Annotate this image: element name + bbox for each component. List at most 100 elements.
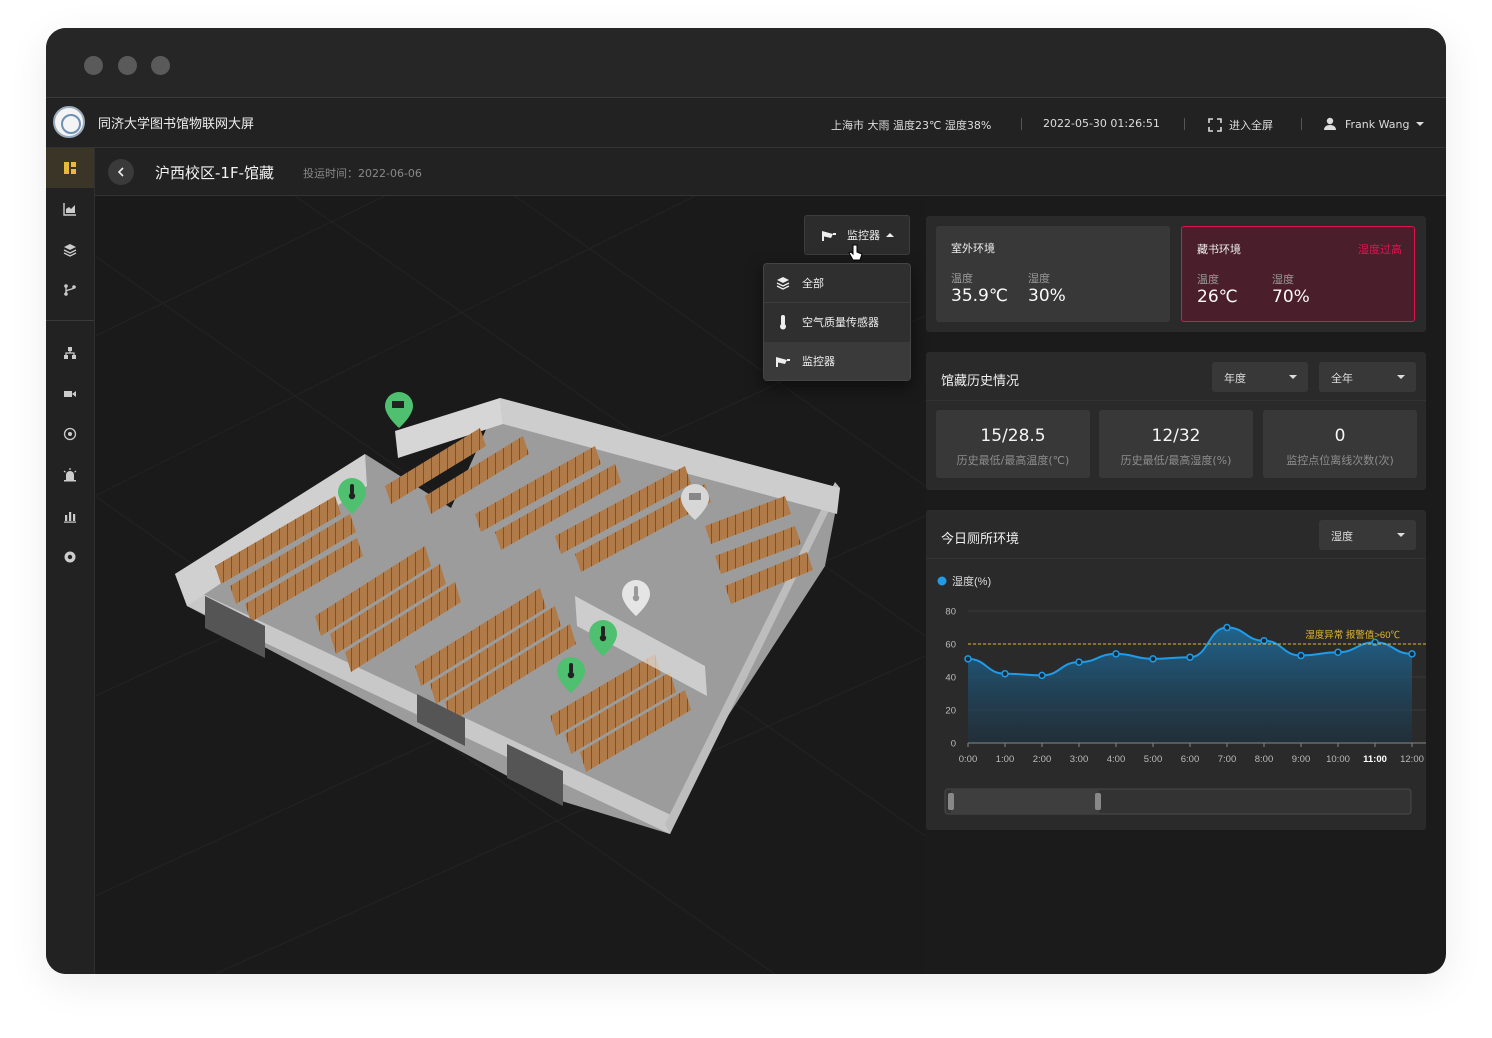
sidebar-item-layers[interactable] — [46, 230, 94, 270]
data-point — [1260, 636, 1268, 645]
period-value: 年度 — [1224, 372, 1246, 385]
outdoor-temp-value: 35.9℃ — [951, 286, 1008, 306]
today-env-panel: 今日厕所环境 湿度 湿度(%) 0 20 40 60 80 湿度异常 报警值>60℃ 0:00… — [926, 510, 1426, 830]
x-tick-label: 7:00 — [1218, 754, 1237, 765]
thermometer-icon — [601, 626, 605, 636]
menu-item-label: 空气质量传感器 — [802, 316, 879, 329]
stat-label: 历史最低/最高温度(℃) — [956, 454, 1070, 467]
y-tick-label: 60 — [945, 640, 956, 651]
sidebar-item-video[interactable] — [46, 374, 94, 414]
humidity-area — [968, 627, 1412, 743]
camera-icon — [689, 493, 701, 500]
data-point — [1038, 671, 1046, 680]
data-point — [1001, 669, 1009, 678]
university-logo — [53, 106, 85, 138]
data-point — [1297, 651, 1305, 660]
collection-title: 藏书环境 — [1197, 243, 1241, 256]
sidebar-item-area-chart[interactable] — [46, 189, 94, 229]
caret-up-icon — [886, 233, 894, 237]
layers-icon — [776, 277, 790, 290]
user-icon — [1324, 117, 1336, 130]
thermometer-icon — [780, 315, 786, 330]
page-header: 沪西校区-1F-馆藏 投运时间：2022-06-06 — [95, 148, 1446, 196]
area-chart-icon — [63, 203, 76, 216]
radar-icon — [63, 427, 77, 441]
menu-item-all[interactable]: 全部 — [764, 264, 910, 302]
thermometer-icon — [634, 586, 638, 596]
sidebar-item-bar-chart[interactable] — [46, 496, 94, 536]
period-select[interactable]: 年度 — [1212, 362, 1308, 392]
menu-item-air-sensor[interactable]: 空气质量传感器 — [764, 303, 910, 341]
sidebar-item-settings[interactable] — [46, 537, 94, 577]
device-filter-menu: 全部 空气质量传感器 监控器 — [763, 263, 911, 381]
datetime-display: 2022-05-30 01:26:51 — [1043, 117, 1160, 130]
menu-item-label: 全部 — [802, 277, 824, 290]
temp-history-stat: 15/28.5 历史最低/最高温度(℃) — [936, 410, 1090, 478]
x-tick-label: 6:00 — [1181, 754, 1200, 765]
outdoor-title: 室外环境 — [951, 242, 995, 255]
window-maximize-button[interactable] — [151, 56, 170, 75]
data-point — [1334, 648, 1342, 656]
header-divider — [1301, 118, 1302, 130]
history-panel: 馆藏历史情况 年度 全年 15/28.5 历史最低/最高温度(℃) 12/32 … — [926, 352, 1426, 490]
data-point — [1408, 650, 1416, 658]
bar-chart-icon — [64, 512, 76, 523]
user-menu[interactable]: Frank Wang — [1323, 117, 1424, 131]
weather-info: 上海市 大雨 温度23℃ 湿度38% — [831, 119, 992, 132]
org-chart-icon — [64, 347, 76, 359]
outdoor-hum-value: 30% — [1028, 286, 1066, 306]
environment-panel: 室外环境 温度 湿度 35.9℃ 30% 藏书环境 湿度过高 温度 湿度 26℃… — [926, 216, 1426, 332]
app-title: 同济大学图书馆物联网大屏 — [98, 117, 255, 132]
zoom-slider-handle-left — [948, 793, 954, 810]
fullscreen-button[interactable]: 进入全屏 — [1208, 117, 1273, 133]
window-titlebar — [46, 28, 1446, 98]
y-tick-label: 20 — [945, 706, 956, 717]
outdoor-temp-label: 温度 — [951, 272, 973, 285]
sidebar-item-org-chart[interactable] — [46, 333, 94, 373]
collection-hum-value: 70% — [1272, 287, 1310, 307]
chevron-left-icon — [117, 167, 124, 177]
window-minimize-button[interactable] — [118, 56, 137, 75]
humidity-warning: 湿度过高 — [1358, 243, 1402, 256]
sidebar-divider — [46, 320, 94, 321]
menu-item-camera[interactable]: 监控器 — [764, 342, 910, 380]
sidebar-item-radar[interactable] — [46, 414, 94, 454]
window-close-button[interactable] — [84, 56, 103, 75]
zoom-slider-handle-right — [1095, 793, 1101, 810]
user-name: Frank Wang — [1345, 117, 1410, 131]
collection-hum-label: 湿度 — [1272, 273, 1294, 286]
menu-item-label: 监控器 — [802, 355, 835, 368]
device-filter-label: 监控器 — [847, 229, 880, 242]
page-title: 沪西校区-1F-馆藏 — [155, 164, 274, 182]
range-select[interactable]: 全年 — [1319, 362, 1416, 392]
caret-down-icon — [1289, 375, 1297, 379]
stat-label: 历史最低/最高湿度(%) — [1120, 454, 1232, 467]
sidebar-item-dashboard[interactable] — [46, 148, 94, 188]
data-point — [1186, 653, 1194, 661]
outdoor-env-card: 室外环境 温度 湿度 35.9℃ 30% — [936, 226, 1170, 322]
range-value: 全年 — [1331, 372, 1353, 385]
humidity-history-stat: 12/32 历史最低/最高湿度(%) — [1099, 410, 1253, 478]
header-divider — [1021, 118, 1022, 130]
collection-env-card: 藏书环境 湿度过高 温度 湿度 26℃ 70% — [1181, 226, 1415, 322]
app-header: 同济大学图书馆物联网大屏 上海市 大雨 温度23℃ 湿度38% 2022-05-… — [46, 98, 1446, 148]
y-tick-label: 0 — [951, 739, 956, 750]
panel-divider — [926, 400, 1426, 401]
stat-value: 12/32 — [1151, 426, 1201, 446]
history-title: 馆藏历史情况 — [941, 374, 1020, 389]
data-point — [1075, 658, 1083, 666]
camera-marker[interactable] — [385, 392, 413, 428]
x-tick-label: 0:00 — [959, 754, 978, 765]
x-tick-label: 11:00 — [1363, 754, 1387, 765]
sidebar-item-alarm[interactable] — [46, 455, 94, 495]
back-button[interactable] — [108, 159, 134, 185]
sidebar-item-branch[interactable] — [46, 270, 94, 310]
data-point — [1112, 650, 1120, 658]
dashboard-icon — [64, 162, 76, 174]
humidity-chart: 湿度(%) 0 20 40 60 80 湿度异常 报警值>60℃ 0:00 1:00 2:00 3:… — [937, 574, 1426, 815]
caret-down-icon — [1415, 122, 1424, 126]
x-tick-label: 4:00 — [1107, 754, 1126, 765]
y-tick-label: 80 — [945, 607, 956, 618]
stat-value: 0 — [1334, 426, 1346, 446]
commission-date: 投运时间：2022-06-06 — [303, 167, 422, 180]
